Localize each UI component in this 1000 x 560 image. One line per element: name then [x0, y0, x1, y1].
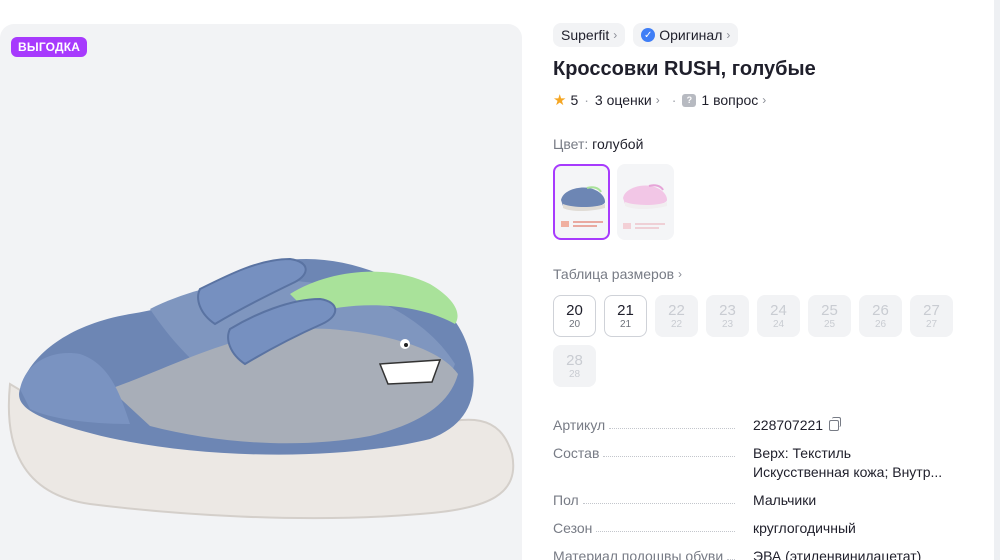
spec-value: 228707221: [753, 416, 968, 435]
spec-value-line: Верх: Текстиль: [753, 445, 852, 461]
spec-row: Состав Верх: Текстиль Искусственная кожа; …: [553, 444, 968, 482]
spec-key: Артикул: [553, 416, 753, 435]
original-label: Оригинал: [659, 27, 723, 43]
page-edge: [994, 0, 1000, 560]
size-table-link[interactable]: Таблица размеров ›: [553, 266, 682, 282]
size-sub-number: 21: [619, 318, 632, 330]
size-grid: 20 20 21 21 22 22 23 23 24 24 25 25 26 26 27 27 28 28: [553, 295, 973, 387]
spec-value-line: ЭВА (этиленвинилацетат): [753, 548, 922, 560]
size-option-26: 26 26: [859, 295, 902, 337]
size-sub-number: 22: [670, 318, 683, 330]
size-option-22: 22 22: [655, 295, 698, 337]
spec-value: Мальчики: [753, 491, 968, 510]
separator-dot: ·: [584, 92, 589, 108]
size-number: 25: [821, 301, 838, 319]
size-number: 21: [617, 301, 634, 319]
color-swatches: [553, 164, 674, 240]
color-label: Цвет: голубой: [553, 136, 643, 152]
spec-value-line: Мальчики: [753, 492, 817, 508]
size-option-23: 23 23: [706, 295, 749, 337]
spec-key: Состав: [553, 444, 753, 463]
size-table-label: Таблица размеров: [553, 266, 675, 282]
spec-list: Артикул 228707221 Состав Верх: Текстиль Иску…: [553, 416, 968, 560]
separator-dot: ·: [671, 92, 677, 108]
size-sub-number: 20: [568, 318, 581, 330]
chevron-right-icon: ›: [678, 267, 683, 281]
spec-key-text: Сезон: [553, 519, 597, 538]
size-number: 27: [923, 301, 940, 319]
swatch-blue[interactable]: [553, 164, 610, 240]
chevron-right-icon: ›: [613, 28, 618, 42]
spec-key-text: Материал подошвы обуви: [553, 547, 728, 560]
reviews-link[interactable]: 3 оценки: [595, 92, 652, 108]
spec-leader-dots: [603, 444, 735, 457]
spec-row: Пол Мальчики: [553, 491, 968, 510]
spec-value-line[interactable]: 228707221: [753, 416, 948, 435]
size-option-24: 24 24: [757, 295, 800, 337]
original-chip[interactable]: ✓ Оригинал ›: [633, 23, 739, 47]
product-title: Кроссовки RUSH, голубые: [553, 58, 816, 80]
copy-icon[interactable]: [829, 417, 842, 431]
color-label-value: голубой: [592, 136, 644, 152]
spec-row: Материал подошвы обуви ЭВА (этиленвинилац…: [553, 547, 968, 560]
spec-key: Сезон: [553, 519, 753, 538]
verified-check-icon: ✓: [641, 28, 656, 42]
size-sub-number: 25: [823, 318, 836, 330]
spec-value: круглогодичный: [753, 519, 968, 538]
spec-value-line: круглогодичный: [753, 520, 856, 536]
swatch-caption-lines: [623, 223, 665, 229]
size-number: 22: [668, 301, 685, 319]
spec-leader-dots: [596, 519, 735, 532]
size-sub-number: 26: [874, 318, 887, 330]
chevron-right-icon: ›: [655, 93, 660, 107]
size-sub-number: 27: [925, 318, 938, 330]
size-number: 24: [770, 301, 787, 319]
size-number: 23: [719, 301, 736, 319]
questions-link[interactable]: 1 вопрос: [701, 92, 758, 108]
spec-leader-dots: [727, 547, 735, 560]
spec-key-text: Артикул: [553, 416, 610, 435]
spec-key: Пол: [553, 491, 753, 510]
question-icon: ?: [682, 93, 697, 107]
size-option-28: 28 28: [553, 345, 596, 387]
spec-key: Материал подошвы обуви: [553, 547, 753, 560]
spec-row: Сезон круглогодичный: [553, 519, 968, 538]
brand-chips: Superfit › ✓ Оригинал ›: [553, 23, 739, 47]
spec-key-text: Состав: [553, 444, 604, 463]
spec-key-text: Пол: [553, 491, 583, 510]
pink-shoe-thumbnail: [623, 184, 667, 209]
chevron-right-icon: ›: [762, 93, 767, 107]
spec-leader-dots: [609, 416, 735, 429]
size-option-21[interactable]: 21 21: [604, 295, 647, 337]
spec-row: Артикул 228707221: [553, 416, 968, 435]
promo-badge: ВЫГОДКА: [11, 37, 88, 57]
color-label-key: Цвет:: [553, 136, 589, 152]
size-number: 26: [872, 301, 889, 319]
size-number: 20: [566, 301, 583, 319]
rating-score: 5: [570, 92, 579, 108]
blue-shoe-thumbnail: [561, 186, 605, 211]
spec-value: Верх: Текстиль Искусственная кожа; Внутр.…: [753, 444, 968, 482]
spec-value-line: Искусственная кожа; Внутр...: [753, 464, 943, 480]
size-sub-number: 23: [721, 318, 734, 330]
brand-label: Superfit: [561, 27, 610, 43]
product-image[interactable]: [0, 214, 522, 560]
size-sub-number: 24: [772, 318, 785, 330]
size-option-20[interactable]: 20 20: [553, 295, 596, 337]
size-sub-number: 28: [568, 368, 581, 380]
size-option-27: 27 27: [910, 295, 953, 337]
swatch-pink[interactable]: [617, 164, 674, 240]
size-option-25: 25 25: [808, 295, 851, 337]
rating-row: ★ 5 · 3 оценки › · ? 1 вопрос ›: [553, 91, 766, 109]
size-number: 28: [566, 351, 583, 369]
star-icon: ★: [553, 92, 567, 109]
product-gallery[interactable]: ВЫГОДКА: [0, 24, 522, 560]
spec-value: ЭВА (этиленвинилацетат): [753, 547, 968, 560]
spec-leader-dots: [582, 491, 735, 504]
brand-chip[interactable]: Superfit ›: [553, 23, 626, 47]
chevron-right-icon: ›: [726, 28, 731, 42]
swatch-caption-lines: [561, 221, 603, 227]
